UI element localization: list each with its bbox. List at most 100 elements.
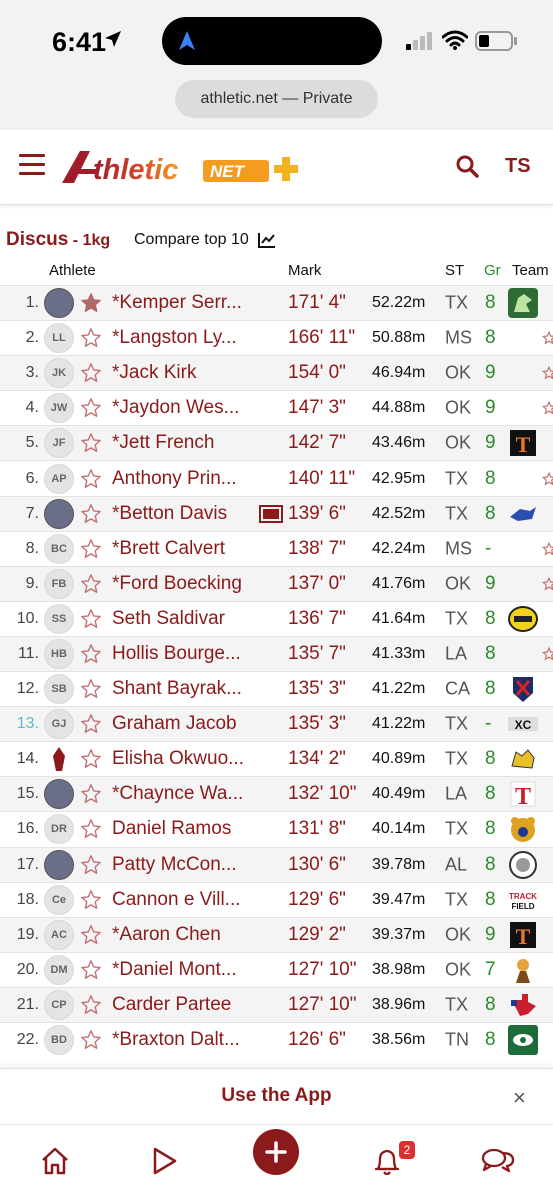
athlete-name[interactable]: Carder Partee [112, 994, 260, 1016]
table-row[interactable]: 2. LL *Langston Ly... 166' 11" 50.88m MS 8 [0, 320, 553, 355]
mark-imperial[interactable]: 132' 10" [288, 783, 357, 805]
team-star-icon[interactable] [541, 646, 553, 661]
table-row[interactable]: 21. CP Carder Partee 127' 10" 38.96m TX 8 [0, 986, 553, 1022]
athlete-name[interactable]: Graham Jacob [112, 713, 260, 735]
table-row[interactable]: 10. SS Seth Saldivar 136' 7" 41.64m TX 8 [0, 600, 553, 636]
athlete-name[interactable]: Cannon e Vill... [112, 889, 260, 911]
athlete-name[interactable]: *Aaron Chen [112, 924, 260, 946]
notifications-bell-icon[interactable] [373, 1147, 401, 1177]
athlete-photo[interactable] [44, 288, 74, 319]
play-icon[interactable] [152, 1147, 178, 1175]
star-outline-icon[interactable] [80, 503, 102, 525]
star-outline-icon[interactable] [80, 748, 102, 770]
star-outline-icon[interactable] [80, 432, 102, 454]
mark-imperial[interactable]: 147' 3" [288, 397, 346, 419]
table-row[interactable]: 6. AP Anthony Prin... 140' 11" 42.95m TX 8 [0, 460, 553, 495]
athlete-name[interactable]: *Brett Calvert [112, 538, 260, 560]
athlete-name[interactable]: *Jett French [112, 432, 260, 454]
column-grade[interactable]: Gr [484, 262, 501, 279]
athlete-logo[interactable] [44, 744, 74, 775]
athlete-name[interactable]: *Braxton Dalt... [112, 1029, 260, 1051]
table-row[interactable]: 17. Patty McCon... 130' 6" 39.78m AL 8 [0, 846, 553, 882]
table-row[interactable]: 4. JW *Jaydon Wes... 147' 3" 44.88m OK 9 [0, 390, 553, 425]
column-state[interactable]: ST [445, 262, 464, 279]
dragon-logo[interactable] [508, 288, 538, 319]
table-row[interactable]: 20. DM *Daniel Mont... 127' 10" 38.98m OK 7 [0, 951, 553, 987]
athlete-name[interactable]: Elisha Okwuo... [112, 748, 260, 770]
shield-logo[interactable] [508, 674, 538, 704]
athlete-name[interactable]: Daniel Ramos [112, 818, 260, 840]
table-row[interactable]: 8. BC *Brett Calvert 138' 7" 42.24m MS - [0, 530, 553, 566]
star-outline-icon[interactable] [80, 924, 102, 946]
athlete-initials-avatar[interactable]: GJ [44, 709, 74, 740]
add-button[interactable] [253, 1129, 299, 1175]
table-row[interactable]: 18. Ce Cannon e Vill... 129' 6" 39.47m TX 8 TRA… [0, 881, 553, 917]
athlete-initials-avatar[interactable]: BC [44, 533, 74, 564]
mark-imperial[interactable]: 135' 3" [288, 678, 346, 700]
texas-logo[interactable] [508, 990, 538, 1020]
bear-logo[interactable] [508, 814, 538, 844]
mark-imperial[interactable]: 135' 7" [288, 643, 346, 665]
athlete-name[interactable]: Shant Bayrak... [112, 678, 260, 700]
athlete-name[interactable]: *Daniel Mont... [112, 959, 260, 981]
team-star-icon[interactable] [541, 330, 553, 345]
star-outline-icon[interactable] [80, 1029, 102, 1051]
athlete-initials-avatar[interactable]: FB [44, 568, 74, 599]
star-outline-icon[interactable] [80, 678, 102, 700]
mark-imperial[interactable]: 134' 2" [288, 748, 346, 770]
star-outline-icon[interactable] [80, 783, 102, 805]
athlete-name[interactable]: *Chaynce Wa... [112, 783, 260, 805]
mark-imperial[interactable]: 130' 6" [288, 854, 346, 876]
team-star-icon[interactable] [541, 541, 553, 556]
compare-top-10-button[interactable]: Compare top 10 [134, 231, 249, 249]
mark-imperial[interactable]: 131' 8" [288, 818, 346, 840]
mark-imperial[interactable]: 135' 3" [288, 713, 346, 735]
film-icon[interactable] [259, 504, 283, 523]
athlete-name[interactable]: *Kemper Serr... [112, 292, 260, 314]
athlete-initials-avatar[interactable]: Ce [44, 884, 74, 915]
athlete-name[interactable]: Hollis Bourge... [112, 643, 260, 665]
column-team[interactable]: Team [512, 262, 549, 279]
star-outline-icon[interactable] [80, 854, 102, 876]
athletic-net-logo[interactable]: thletic NET [60, 147, 310, 187]
star-outline-icon[interactable] [80, 713, 102, 735]
mustang-logo[interactable] [508, 499, 538, 529]
tf-logo[interactable]: T [508, 428, 538, 458]
mark-imperial[interactable]: 154' 0" [288, 362, 346, 384]
athlete-photo[interactable] [44, 779, 74, 810]
round-logo[interactable] [508, 850, 538, 880]
athlete-initials-avatar[interactable]: CP [44, 989, 74, 1020]
table-row[interactable]: 14. Elisha Okwuo... 134' 2" 40.89m TX 8 [0, 741, 553, 776]
track-logo[interactable] [508, 604, 538, 634]
mark-imperial[interactable]: 127' 10" [288, 994, 357, 1016]
athlete-photo[interactable] [44, 498, 74, 529]
team-star-icon[interactable] [541, 471, 553, 486]
table-row[interactable]: 7. *Betton Davis 139' 6" 42.52m TX 8 [0, 495, 553, 531]
use-app-text[interactable]: Use the App [0, 1085, 553, 1107]
table-row[interactable]: 1. *Kemper Serr... 171' 4" 52.22m TX 8 [0, 285, 553, 321]
athlete-initials-avatar[interactable]: SB [44, 674, 74, 705]
table-row[interactable]: 22. BD *Braxton Dalt... 126' 6" 38.56m TN 8 [0, 1021, 553, 1057]
athlete-initials-avatar[interactable]: JF [44, 428, 74, 459]
athlete-initials-avatar[interactable]: JK [44, 358, 74, 389]
table-row[interactable]: 9. FB *Ford Boecking 137' 0" 41.76m OK 9 [0, 565, 553, 601]
star-outline-icon[interactable] [80, 643, 102, 665]
t-logo[interactable]: T [508, 779, 538, 810]
column-mark[interactable]: Mark [288, 262, 321, 279]
athlete-initials-avatar[interactable]: JW [44, 393, 74, 424]
url-pill[interactable]: athletic.net — Private [175, 80, 378, 118]
athlete-name[interactable]: Anthony Prin... [112, 468, 260, 490]
mark-imperial[interactable]: 137' 0" [288, 573, 346, 595]
star-outline-icon[interactable] [80, 362, 102, 384]
mark-imperial[interactable]: 142' 7" [288, 432, 346, 454]
athlete-initials-avatar[interactable]: LL [44, 323, 74, 354]
table-row[interactable]: 5. JF *Jett French 142' 7" 43.46m OK 9 T [0, 425, 553, 461]
athlete-name[interactable]: Seth Saldivar [112, 608, 260, 630]
athlete-name[interactable]: *Jaydon Wes... [112, 397, 260, 419]
mark-imperial[interactable]: 129' 6" [288, 889, 346, 911]
athlete-name[interactable]: *Jack Kirk [112, 362, 260, 384]
menu-icon[interactable] [19, 154, 45, 176]
table-row[interactable]: 19. AC *Aaron Chen 129' 2" 39.37m OK 9 T [0, 916, 553, 952]
mascot-logo[interactable] [508, 955, 538, 985]
mark-imperial[interactable]: 171' 4" [288, 292, 346, 314]
